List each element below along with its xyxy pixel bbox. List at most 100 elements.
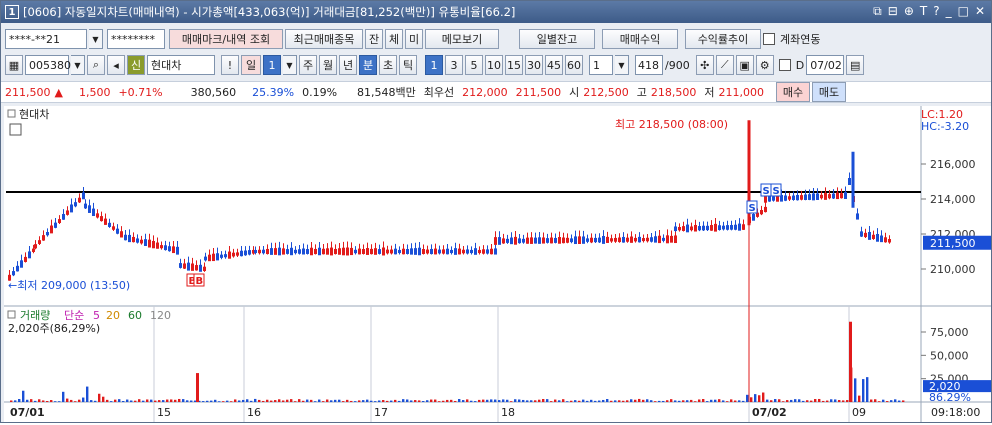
split-icon[interactable]: ⊟ [888,4,898,19]
volume-bar [766,399,769,402]
volume-bar [234,399,237,402]
profit-rate-button[interactable]: 수익률추이 [685,29,761,49]
volume-bar [286,399,289,402]
link-icon[interactable]: ⧉ [873,4,882,19]
volume-bar [174,399,177,402]
interval-60[interactable]: 60 [565,55,583,75]
volume-bar [14,400,17,402]
pin-icon[interactable]: ⊕ [904,4,914,19]
candle-body [430,248,433,255]
candle-body [844,192,847,199]
account-input[interactable]: ****-**21 [5,29,87,49]
account-link-checkbox[interactable] [763,33,775,45]
interval-30[interactable]: 30 [525,55,543,75]
period-dropdown-icon[interactable]: ▼ [283,55,297,75]
candle-body [562,237,565,244]
interval-15[interactable]: 15 [505,55,523,75]
draw-line-icon[interactable]: ⟋ [715,55,734,75]
volume-bar [734,400,737,402]
candle-body [880,235,883,243]
date-input[interactable]: 07/02 [806,55,845,75]
alert-button[interactable]: ! [221,55,239,75]
candle-body [318,247,321,256]
close-icon[interactable]: ✕ [975,4,985,19]
help-icon[interactable]: ? [933,4,939,19]
candle-body [314,248,317,255]
volume-bar [810,400,813,402]
volume-bar [898,400,901,402]
period-second[interactable]: 초 [379,55,397,75]
balance-button[interactable]: 잔 [365,29,383,49]
crosshair-icon[interactable]: ✣ [695,55,714,75]
period-day-label[interactable]: 일 [241,55,261,75]
stock-code-input[interactable]: 005380 [25,55,71,75]
filled-button[interactable]: 체 [385,29,403,49]
count-select[interactable]: 1 [589,55,613,75]
volume-bar [698,399,701,402]
candle-body [394,248,397,255]
password-input[interactable]: ******** [107,29,165,49]
period-year[interactable]: 년 [339,55,357,75]
volume-bar [894,399,897,402]
volume-bar [206,400,209,402]
unfilled-button[interactable]: 미 [405,29,423,49]
count-dropdown-icon[interactable]: ▼ [615,55,629,75]
volume-bar [606,399,609,402]
volume-bar [350,400,353,402]
chart-area[interactable]: BBSSS 216,000 214,000 212,000 210,000 75,000… [4,106,991,422]
volume-bar [574,400,577,402]
candle-body [804,194,807,200]
date-checkbox[interactable] [778,59,791,71]
recent-trade-button[interactable]: 최근매매종목 [285,29,363,49]
period-value[interactable]: 1 [263,55,281,75]
candle-body [470,249,473,254]
interval-3[interactable]: 3 [445,55,463,75]
memo-button[interactable]: 메모보기 [425,29,499,49]
price-chart-svg[interactable]: B BSS S 216,000214,000212,000210,00075,000… [4,106,991,422]
volume-bar [670,399,673,402]
volume-peak-bar [849,321,852,402]
volume-bar [334,399,337,402]
high-annotation: 최고 218,500 (08:00) [615,118,728,131]
stock-name-field: 현대차 [147,55,215,75]
buy-button[interactable]: 매수 [776,82,811,102]
interval-10[interactable]: 10 [485,55,503,75]
calendar-icon[interactable]: ▤ [846,55,865,75]
maximize-icon[interactable]: □ [958,4,969,19]
volume-bar [838,400,841,402]
settings-gear-icon[interactable]: ⚙ [755,55,774,75]
display-count[interactable]: 418 [635,55,663,75]
layout-icon[interactable]: ▦ [5,55,23,75]
sound-icon[interactable]: ◂ [107,55,125,75]
volume-bar [546,399,549,402]
volume-label: 거래량 [20,309,50,322]
sell-button[interactable]: 매도 [812,82,847,102]
period-month[interactable]: 월 [319,55,337,75]
interval-5[interactable]: 5 [465,55,483,75]
quote-bar: 211,500 ▲ 1,500 +0.71% 380,560 25.39% 0.… [1,81,991,103]
candle-body [514,236,517,245]
text-size-icon[interactable]: T [920,4,927,19]
interval-45[interactable]: 45 [545,55,563,75]
search-icon[interactable]: ⌕ [87,55,105,75]
candle-body [144,239,147,247]
interval-1[interactable]: 1 [425,55,443,75]
volume-bar [274,400,277,402]
period-minute[interactable]: 분 [359,55,377,75]
period-week[interactable]: 주 [299,55,317,75]
candle-body [792,195,795,200]
code-dropdown-icon[interactable]: ▼ [71,55,85,75]
volume-bar [222,401,225,402]
volume-bar [366,399,369,402]
candle-body [50,225,53,234]
account-dropdown-icon[interactable]: ▼ [89,29,103,49]
period-tick[interactable]: 틱 [399,55,417,75]
candle-body [718,225,721,231]
volume-bar [706,401,709,402]
trade-profit-button[interactable]: 매매수익 [602,29,678,49]
mark-history-button[interactable]: 매매마크/내역 조회 [169,29,283,49]
minimize-icon[interactable]: _ [946,4,952,19]
volume-bar [714,399,717,402]
daily-balance-button[interactable]: 일별잔고 [519,29,595,49]
save-icon[interactable]: ▣ [735,55,754,75]
